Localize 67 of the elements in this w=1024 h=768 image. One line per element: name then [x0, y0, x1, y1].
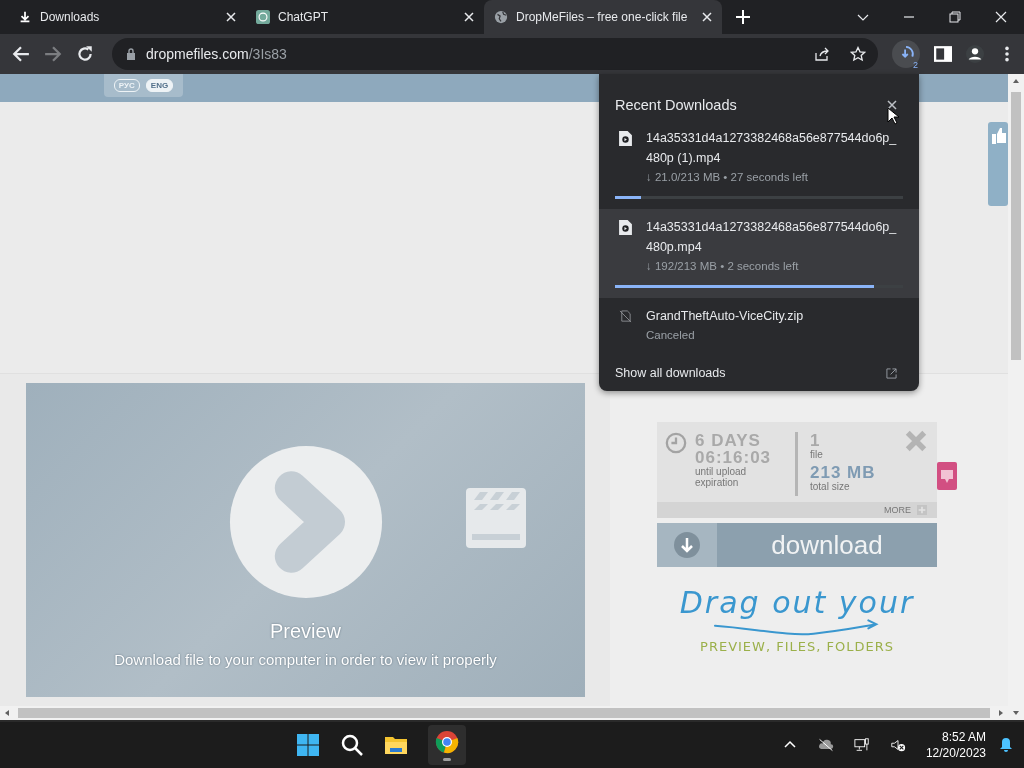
show-all-downloads-link[interactable]: Show all downloads: [615, 366, 886, 380]
restore-icon[interactable]: [949, 11, 961, 23]
clock-date[interactable]: 12/20/2023: [925, 745, 986, 761]
browser-logo-icon: [434, 729, 459, 754]
new-tab-icon[interactable]: [736, 10, 750, 24]
clapperboard-icon: [464, 486, 528, 550]
globe-icon: [494, 10, 508, 24]
close-icon[interactable]: [887, 100, 897, 110]
download-item[interactable]: 14a35331d4a1273382468a56e877544do6p_480p.mp4 ↓ 192/213 MB • 2 seconds left: [599, 209, 919, 298]
clock-icon: [665, 432, 687, 454]
file-name: 14a35331d4a1273382468a56e877544do6p_480p (1).mp4: [646, 130, 898, 167]
scroll-up-icon[interactable]: [1012, 77, 1020, 85]
side-panel-icon[interactable]: [934, 45, 952, 63]
horizontal-scrollbar[interactable]: [0, 706, 1008, 720]
scroll-right-icon[interactable]: [997, 709, 1005, 717]
expiry-caption: until upload expiration: [695, 466, 748, 488]
chat-logo-icon: [256, 10, 270, 24]
drag-headline: Drag out your: [679, 587, 915, 619]
file-name: 14a35331d4a1273382468a56e877544do6p_480p.mp4: [646, 219, 898, 256]
preview-message: Download file to your computer in order to view it properly: [114, 651, 497, 668]
popup-title: Recent Downloads: [615, 97, 738, 113]
download-item[interactable]: 14a35331d4a1273382468a56e877544do6p_480p (1).mp4 ↓ 21.0/213 MB • 27 seconds left: [599, 120, 919, 209]
canceled-file-icon: [619, 309, 632, 324]
total-size-label: total size: [810, 481, 851, 492]
video-file-icon: [619, 131, 632, 146]
profile-icon[interactable]: [966, 45, 984, 63]
external-link-icon[interactable]: [886, 367, 897, 379]
file-count-label: file: [810, 449, 824, 460]
speaker-muted-icon[interactable]: [889, 737, 906, 753]
start-menu-icon[interactable]: [295, 733, 320, 757]
download-item[interactable]: GrandTheftAuto-ViceCity.zip Canceled: [599, 298, 919, 352]
cloud-off-icon[interactable]: [817, 737, 834, 753]
download-status: ↓ 21.0/213 MB • 27 seconds left: [646, 170, 809, 185]
scroll-down-icon[interactable]: [1012, 709, 1020, 717]
file-name: GrandTheftAuto-ViceCity.zip: [646, 308, 805, 325]
browser-tab[interactable]: DropMeFiles – free one-click file: [484, 0, 722, 34]
share-icon[interactable]: [814, 46, 831, 62]
forward-arrow-icon[interactable]: [44, 45, 62, 63]
drag-subheadline: PREVIEW, FILES, FOLDERS: [700, 639, 894, 654]
notification-bell-icon[interactable]: [998, 737, 1014, 753]
language-option[interactable]: ENG: [145, 79, 174, 92]
address-bar[interactable]: dropmefiles.com/3Is83: [112, 38, 879, 70]
network-icon[interactable]: [853, 737, 870, 753]
url-text: dropmefiles.com/3Is83: [146, 46, 287, 62]
expiry-time: 06:16:03: [695, 449, 773, 466]
lock-icon: [126, 48, 136, 60]
total-size: 213 MB: [810, 464, 876, 481]
video-file-icon: [619, 220, 632, 235]
mouse-cursor-icon: [887, 107, 899, 125]
download-status: Canceled: [646, 328, 696, 343]
downloads-button[interactable]: 2: [892, 40, 920, 68]
vertical-scrollbar[interactable]: [1008, 74, 1024, 720]
download-status: ↓ 192/213 MB • 2 seconds left: [646, 259, 800, 274]
expiry-days: 6 DAYS: [695, 432, 783, 449]
search-icon[interactable]: [339, 733, 364, 757]
reload-icon[interactable]: [76, 45, 94, 63]
feedback-icon[interactable]: [937, 462, 957, 490]
browser-tab[interactable]: ChatGPT: [246, 0, 484, 34]
back-arrow-icon[interactable]: [12, 45, 30, 63]
download-icon: [18, 10, 32, 24]
browser-tab[interactable]: Downloads: [8, 0, 246, 34]
file-count: 1: [810, 432, 822, 449]
browser-taskbar-button[interactable]: [427, 725, 466, 765]
clock-time[interactable]: 8:52 AM: [941, 729, 986, 745]
scroll-left-icon[interactable]: [3, 709, 11, 717]
preview-title: Preview: [269, 620, 342, 643]
star-icon[interactable]: [850, 46, 867, 62]
